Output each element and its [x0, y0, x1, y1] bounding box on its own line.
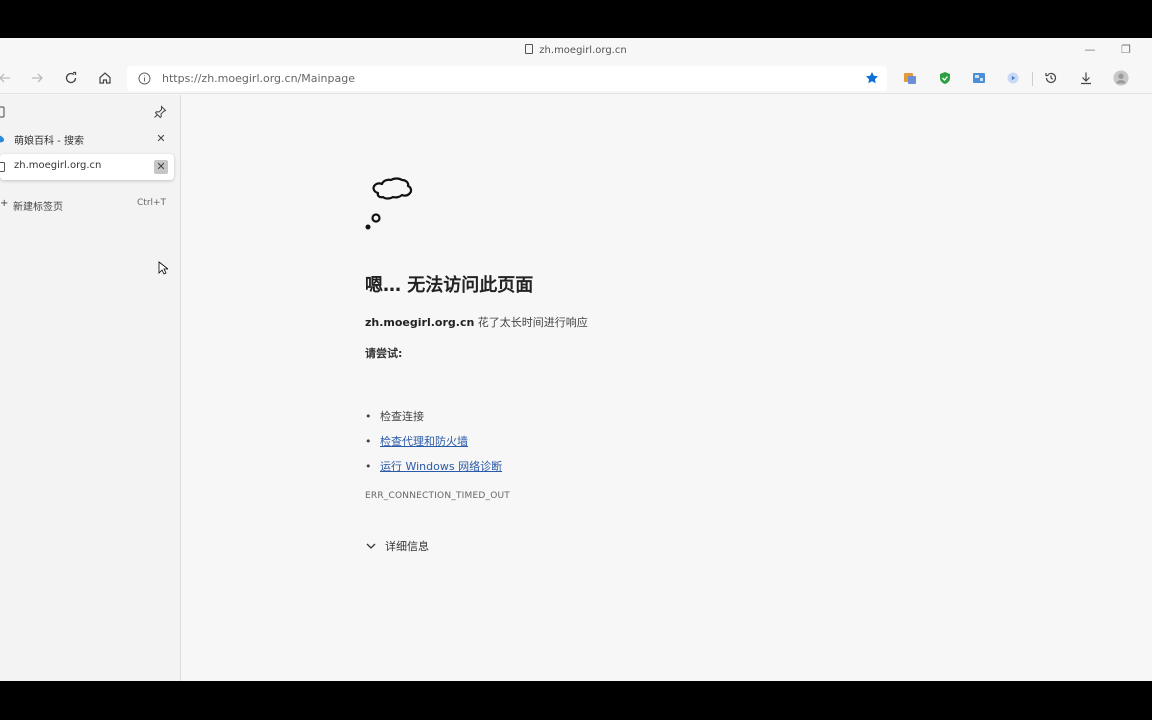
error-page: 嗯… 无法访问此页面 zh.moegirl.org.cn 花了太长时间进行响应 …: [181, 95, 1152, 681]
bullet: •: [365, 460, 372, 473]
media-extension-button[interactable]: [1005, 70, 1021, 86]
suggestion-item: • 检查代理和防火墙: [365, 433, 468, 449]
browser-window: zh.moegirl.org.cn — ❐ https://zh.moegirl…: [0, 38, 1152, 681]
new-tab-label: 新建标签页: [13, 202, 63, 213]
plus-icon: +: [0, 198, 9, 209]
home-icon: [99, 72, 111, 84]
thought-bubble-icon: [365, 177, 413, 230]
download-icon: [1081, 72, 1091, 85]
address-bar[interactable]: https://zh.moegirl.org.cn/Mainpage: [127, 66, 887, 91]
error-title: 嗯… 无法访问此页面: [365, 275, 534, 296]
info-icon: [138, 72, 150, 84]
play-circle-icon: [1007, 72, 1019, 84]
profile-button[interactable]: [1113, 70, 1129, 86]
page-favicon-icon: [0, 162, 5, 172]
vertical-tabs-pane: 萌娘百科 - 搜索 ✕ zh.moegirl.org.cn ✕ + 新建标签页 …: [0, 95, 181, 681]
shield-extension-button[interactable]: [937, 70, 953, 86]
error-reason: 花了太长时间进行响应: [477, 316, 588, 329]
forward-button[interactable]: [26, 67, 48, 89]
new-tab-button[interactable]: + 新建标签页 Ctrl+T: [0, 194, 174, 214]
toolbar-separator: [1032, 72, 1033, 86]
bullet: •: [365, 435, 372, 448]
back-button[interactable]: [0, 67, 16, 89]
translate-extension-icon: [904, 73, 916, 84]
document-icon: [525, 44, 534, 54]
error-host: zh.moegirl.org.cn: [365, 316, 475, 329]
avatar-icon: [1113, 70, 1129, 86]
address-text[interactable]: https://zh.moegirl.org.cn/Mainpage: [162, 72, 355, 85]
bullet: •: [365, 410, 372, 423]
translate-extension-button[interactable]: [902, 70, 918, 86]
details-toggle[interactable]: 详细信息: [365, 538, 429, 554]
shield-icon: [940, 72, 950, 84]
mouse-cursor-icon: [158, 261, 168, 275]
forward-arrow-icon: [32, 73, 43, 83]
back-arrow-icon: [0, 73, 10, 83]
error-code: ERR_CONNECTION_TIMED_OUT: [365, 491, 510, 501]
error-description: zh.moegirl.org.cn 花了太长时间进行响应: [365, 314, 588, 330]
restore-button[interactable]: ❐: [1118, 42, 1134, 58]
chevron-down-icon: [366, 543, 376, 549]
tab-close-button[interactable]: ✕: [154, 132, 168, 146]
search-favicon-icon: [0, 135, 4, 143]
tab-close-button[interactable]: ✕: [154, 160, 168, 174]
favorite-button[interactable]: [863, 69, 881, 87]
image-extension-icon: [973, 73, 985, 83]
suggestion-item: • 运行 Windows 网络诊断: [365, 458, 502, 474]
downloads-button[interactable]: [1078, 70, 1094, 86]
minimize-button[interactable]: —: [1082, 42, 1098, 58]
site-info-button[interactable]: [137, 71, 151, 85]
window-title: zh.moegirl.org.cn: [0, 44, 1152, 56]
title-bar: zh.moegirl.org.cn — ❐: [0, 38, 1152, 63]
check-proxy-firewall-link[interactable]: 检查代理和防火墙: [380, 435, 468, 448]
tab-actions-icon[interactable]: [0, 106, 6, 118]
tab-item-search[interactable]: 萌娘百科 - 搜索 ✕: [0, 126, 174, 152]
new-tab-shortcut: Ctrl+T: [137, 198, 167, 208]
window-title-text: zh.moegirl.org.cn: [539, 45, 627, 56]
star-icon: [866, 72, 878, 84]
toolbar: https://zh.moegirl.org.cn/Mainpage: [0, 63, 1152, 94]
tab-item-moegirl[interactable]: zh.moegirl.org.cn ✕: [0, 154, 174, 180]
suggestion-check-connection: 检查连接: [380, 410, 424, 423]
try-heading: 请尝试:: [365, 347, 403, 360]
tab-title: 萌娘百科 - 搜索: [14, 136, 84, 147]
home-button[interactable]: [94, 67, 116, 89]
refresh-button[interactable]: [60, 67, 82, 89]
history-button[interactable]: [1043, 70, 1059, 86]
image-extension-button[interactable]: [971, 70, 987, 86]
refresh-icon: [65, 71, 77, 84]
vertical-tabs-header: [0, 103, 180, 123]
tab-title: zh.moegirl.org.cn: [14, 160, 102, 171]
details-label: 详细信息: [385, 540, 429, 553]
run-network-diagnostics-link[interactable]: 运行 Windows 网络诊断: [380, 460, 502, 473]
suggestion-item: • 检查连接: [365, 408, 424, 424]
history-icon: [1045, 72, 1057, 84]
pin-pane-icon[interactable]: [153, 105, 167, 119]
